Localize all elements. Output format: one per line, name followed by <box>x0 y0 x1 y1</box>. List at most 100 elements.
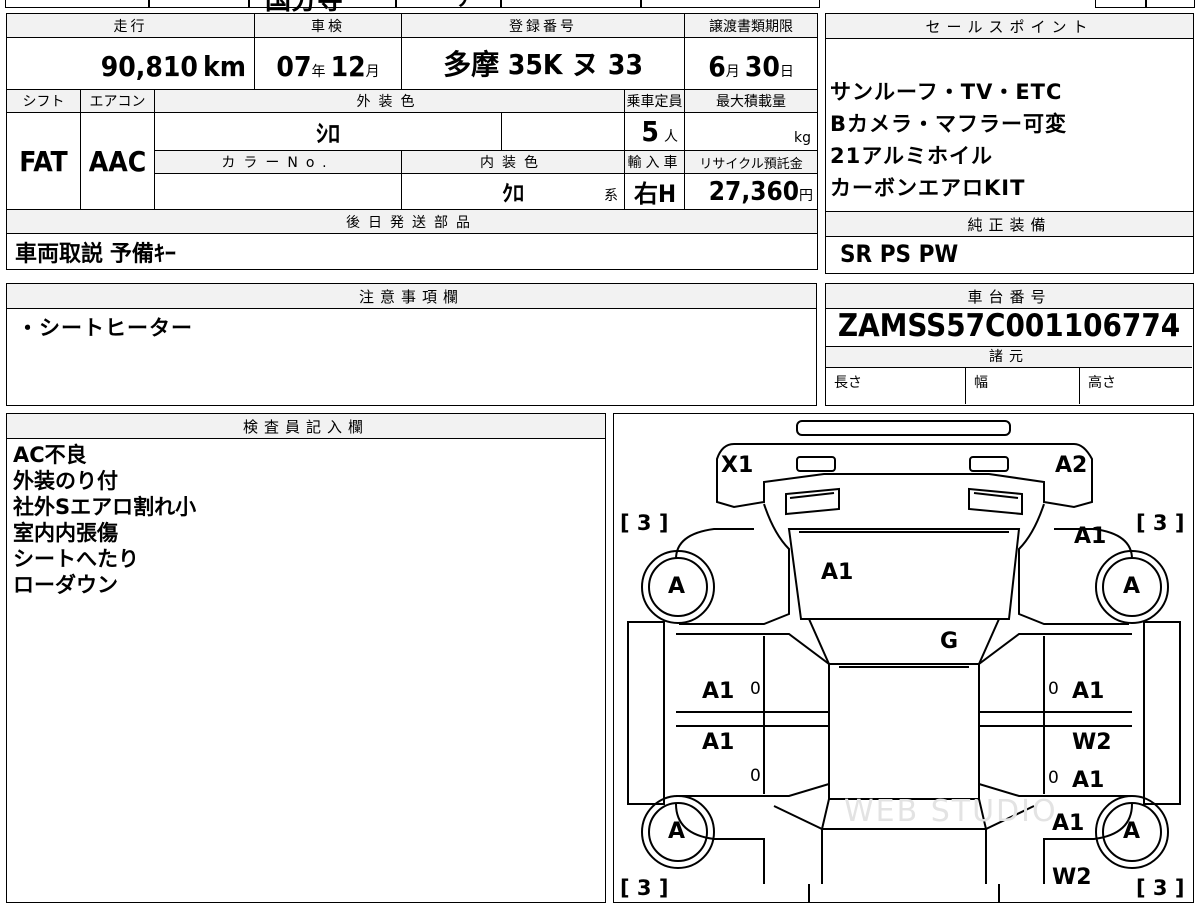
import-cell: 右H <box>624 173 686 210</box>
recycle-header: リサイクル預託金 <box>684 150 819 174</box>
mark-a1-rear-door-left: A1 <box>702 730 735 755</box>
tire-rear-left: A <box>668 819 686 844</box>
mark-g-windshield: G <box>940 629 959 654</box>
capacity-cell: 5 人 <box>624 112 686 151</box>
ac-value: AAC <box>88 144 147 178</box>
inspector-line: 室内内張傷 <box>13 521 118 545</box>
transfer-day: 30 <box>744 50 780 83</box>
factory-equipment-box: 純正装備 SR PS PW <box>825 211 1194 274</box>
transfer-month: 6 <box>708 50 726 83</box>
color-no-header: カラーNo. <box>153 150 403 174</box>
length-label: 長さ <box>826 368 966 404</box>
mileage-header: 走行 <box>5 13 256 38</box>
shift-header: シフト <box>6 89 81 113</box>
mark-a1-hood: A1 <box>821 560 854 585</box>
max-load-unit: kg <box>794 130 812 146</box>
watermark: WEB STUDIO <box>844 794 1058 829</box>
width-label: 幅 <box>966 368 1080 404</box>
factory-equipment-header: 純正装備 <box>826 212 1193 237</box>
chassis-number: ZAMSS57C001106774 <box>837 308 1181 344</box>
mark-a1-front-right: A1 <box>1074 524 1107 549</box>
inspection-header: 車検 <box>254 13 403 38</box>
capacity-header: 乗車定員 <box>624 89 686 113</box>
tire-front-left: A <box>668 574 686 599</box>
interior-color-value: ｸﾛ <box>502 181 525 207</box>
partial-text-2: 丿 <box>455 0 475 11</box>
recycle-cell: 27,360円 <box>684 173 819 210</box>
ac-header: エアコン <box>80 89 155 113</box>
notes-header: 注意事項欄 <box>7 284 816 309</box>
notes-value: ・シートヒーター <box>17 316 193 340</box>
exterior-color-sub <box>501 112 626 151</box>
month-unit: 月 <box>365 64 380 80</box>
factory-equipment-value: SR PS PW <box>840 240 959 268</box>
registration-cell: 多摩 35K ヌ 33 <box>401 37 686 90</box>
specs-header: 諸元 <box>826 346 1192 368</box>
mark-a1-quarter-right: A1 <box>1052 811 1085 836</box>
top-partial-strip: 国分寺 丿 <box>0 0 1200 16</box>
tread-front-left: [ 3 ] <box>620 511 669 535</box>
chassis-header: 車台番号 <box>826 284 1193 309</box>
registration-value: 多摩 35K ヌ 33 <box>443 48 643 81</box>
tread-rear-right: [ 3 ] <box>1136 876 1185 900</box>
inspector-header: 検査員記入欄 <box>7 414 605 439</box>
height-label: 高さ <box>1088 375 1116 391</box>
mark-zero: 0 <box>1048 768 1059 788</box>
shift-cell: FAT <box>6 112 81 210</box>
interior-color-unit: 系 <box>604 188 619 204</box>
mileage-value: 90,810 <box>100 50 198 83</box>
exterior-color-header: 外装色 <box>153 89 626 113</box>
mark-a1-front-door-right: A1 <box>1072 679 1105 704</box>
mileage-cell: 90,810 km <box>5 37 256 90</box>
tread-front-right: [ 3 ] <box>1136 511 1185 535</box>
inspector-line: ローダウン <box>13 573 118 597</box>
mark-w2-rear-right: W2 <box>1052 865 1092 890</box>
max-load-cell: kg <box>684 112 819 151</box>
mark-a1-rear-door-right: A1 <box>1072 768 1105 793</box>
inspection-cell: 07年 12月 <box>254 37 403 90</box>
year-unit: 年 <box>311 64 326 80</box>
interior-color-header: 内装色 <box>401 150 626 174</box>
mark-a2: A2 <box>1055 453 1088 478</box>
inspection-year: 07 <box>276 50 312 83</box>
capacity-value: 5 <box>641 115 659 148</box>
max-load-header: 最大積載量 <box>684 89 819 113</box>
sales-points-list: サンルーフ・TV・ETC Bカメラ・マフラー可変 21アルミホイル カーボンエア… <box>830 76 1067 204</box>
car-diagram-box: WEB STUDIO A A A A [ 3 ] [ 3 ] [ 3 ] [ 3… <box>613 413 1194 903</box>
inspector-line: 社外Sエアロ割れ小 <box>13 495 197 519</box>
sales-point-line: サンルーフ・TV・ETC <box>830 80 1063 104</box>
inspection-month: 12 <box>330 50 366 83</box>
transfer-day-unit: 日 <box>779 64 794 80</box>
exterior-color-value: ｼﾛ <box>316 120 341 148</box>
inspector-line: AC不良 <box>13 443 87 467</box>
mileage-unit: km <box>203 50 247 83</box>
sales-point-line: Bカメラ・マフラー可変 <box>830 112 1068 136</box>
interior-color-cell: ｸﾛ 系 <box>401 173 626 210</box>
exterior-color-cell: ｼﾛ <box>153 112 503 151</box>
transfer-deadline-header: 譲渡書類期限 <box>684 13 819 38</box>
color-no-cell <box>153 173 403 210</box>
chassis-box: 車台番号 ZAMSS57C001106774 諸元 長さ 幅 高さ <box>825 283 1194 406</box>
mark-zero: 0 <box>750 766 761 786</box>
inspector-line: シートへたり <box>13 547 139 571</box>
later-parts-header: 後日発送部品 <box>5 209 819 234</box>
later-parts-cell: 車両取説 予備ｷｰ <box>5 233 819 270</box>
inspector-box: 検査員記入欄 AC不良 外装のり付 社外Sエアロ割れ小 室内内張傷 シートへたり… <box>6 413 606 903</box>
mark-zero: 0 <box>1048 679 1059 699</box>
tread-rear-left: [ 3 ] <box>620 876 669 900</box>
notes-box: 注意事項欄 ・シートヒーター <box>6 283 817 406</box>
vehicle-info-table: 走行 車検 登録番号 譲渡書類期限 90,810 km 07年 12月 多摩 3… <box>5 13 819 270</box>
car-diagram <box>627 420 1181 902</box>
tire-front-right: A <box>1123 574 1141 599</box>
transfer-month-unit: 月 <box>725 64 740 80</box>
sales-point-line: カーボンエアロKIT <box>830 176 1026 200</box>
sales-points-header: セールスポイント <box>826 14 1193 39</box>
mark-w2-rear-door-right: W2 <box>1072 730 1112 755</box>
capacity-unit: 人 <box>664 129 679 145</box>
sales-points-box: セールスポイント サンルーフ・TV・ETC Bカメラ・マフラー可変 21アルミホ… <box>825 13 1194 213</box>
later-parts-value: 車両取説 予備ｷｰ <box>15 241 176 267</box>
ac-cell: AAC <box>80 112 155 210</box>
mark-x1: X1 <box>721 453 754 478</box>
inspector-line: 外装のり付 <box>13 469 118 493</box>
tire-rear-right: A <box>1123 819 1141 844</box>
